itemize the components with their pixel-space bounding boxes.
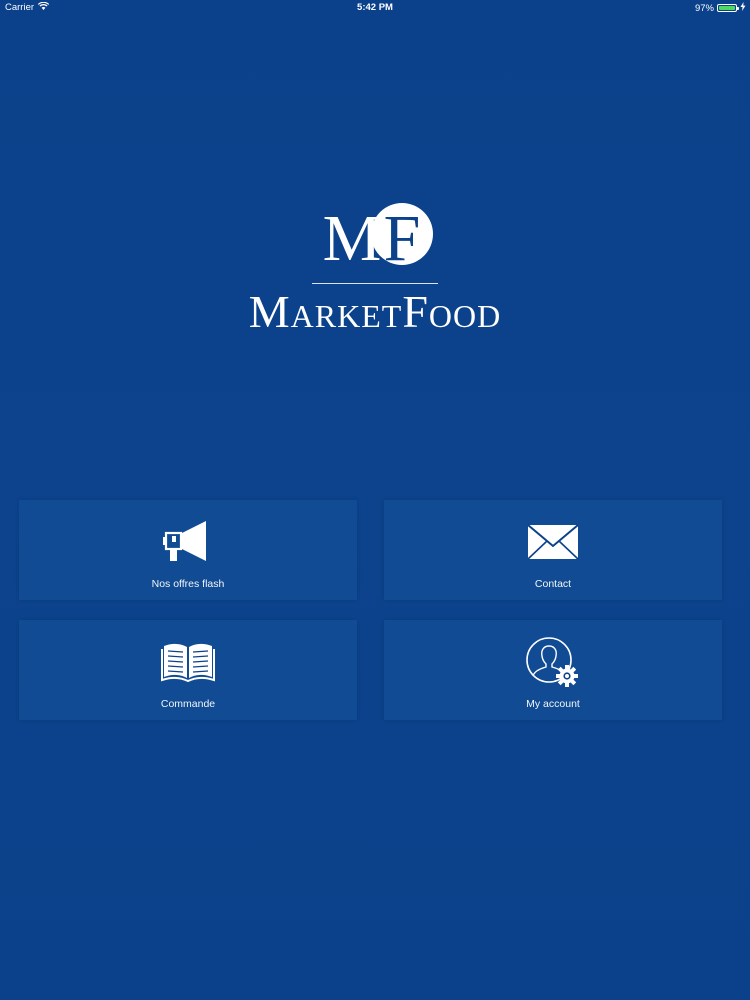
battery-icon (717, 4, 739, 12)
status-time: 5:42 PM (357, 2, 393, 13)
monogram-f: F (384, 202, 421, 274)
menu-tile-my-account[interactable]: My account (384, 620, 722, 720)
menu-tile-commande[interactable]: Commande (19, 620, 357, 720)
menu-tile-contact[interactable]: Contact (384, 500, 722, 600)
user-settings-icon (384, 637, 722, 687)
mf-monogram: F M (323, 202, 433, 274)
monogram-m: M (323, 202, 382, 274)
menu-label-offres-flash: Nos offres flash (151, 578, 225, 590)
open-book-icon (19, 638, 357, 686)
home-screen: Carrier 5:42 PM 97% F M MarketFood Nos o… (0, 0, 750, 1000)
menu-label-my-account: My account (526, 698, 580, 710)
battery-fill (719, 6, 735, 10)
battery-percent: 97% (694, 2, 714, 14)
status-bar: Carrier 5:42 PM 97% (0, 0, 750, 16)
menu-label-contact: Contact (534, 578, 572, 590)
charging-bolt-icon (740, 2, 746, 14)
status-right: 97% (695, 2, 746, 14)
menu-label-commande: Commande (160, 698, 216, 710)
logo-divider (312, 283, 438, 284)
marketfood-logo: F M MarketFood (0, 190, 750, 340)
logo-wordmark: MarketFood (248, 286, 502, 337)
envelope-icon (384, 518, 722, 566)
megaphone-icon (19, 518, 357, 566)
menu-tile-offres-flash[interactable]: Nos offres flash (19, 500, 357, 600)
